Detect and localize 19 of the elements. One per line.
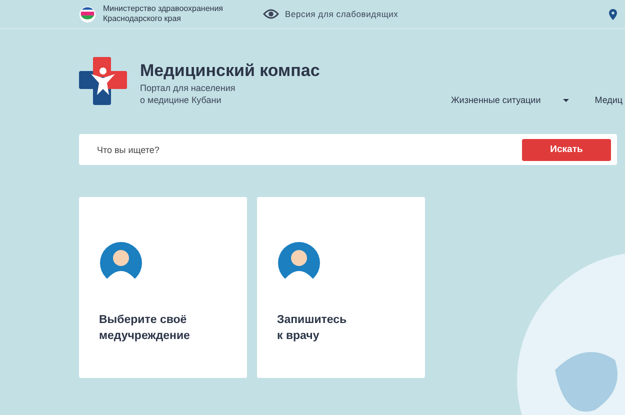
card-title: Запишитесь к врачу [277, 313, 348, 344]
caret-icon [562, 98, 569, 102]
nav-link[interactable]: Жизненные ситуации [451, 95, 569, 105]
site-subtitle: Портал для населения о медицине Кубани [140, 82, 236, 106]
service-card[interactable]: Выберите своё медучреждение [79, 197, 247, 378]
search-button[interactable]: Искать [522, 138, 611, 160]
eye-icon [263, 9, 279, 19]
accessibility-link[interactable]: Версия для слабовидящих [285, 9, 398, 19]
emblem-icon [79, 6, 96, 22]
service-card[interactable]: Запишитесь к врачу [257, 197, 425, 378]
nav-link[interactable]: Медиц [594, 95, 623, 105]
avatar-icon [277, 241, 321, 285]
ministry-name: Министерство здравоохранения Краснодарского края [103, 4, 224, 24]
site-title: Медицинский компас [140, 61, 320, 81]
avatar-icon [99, 241, 143, 285]
search-field[interactable]: Что вы ищете? [79, 144, 399, 156]
location-pin-icon[interactable] [609, 9, 617, 20]
logo-cross-icon [79, 57, 127, 105]
card-title: Выберите своё медучреждение [99, 313, 191, 344]
